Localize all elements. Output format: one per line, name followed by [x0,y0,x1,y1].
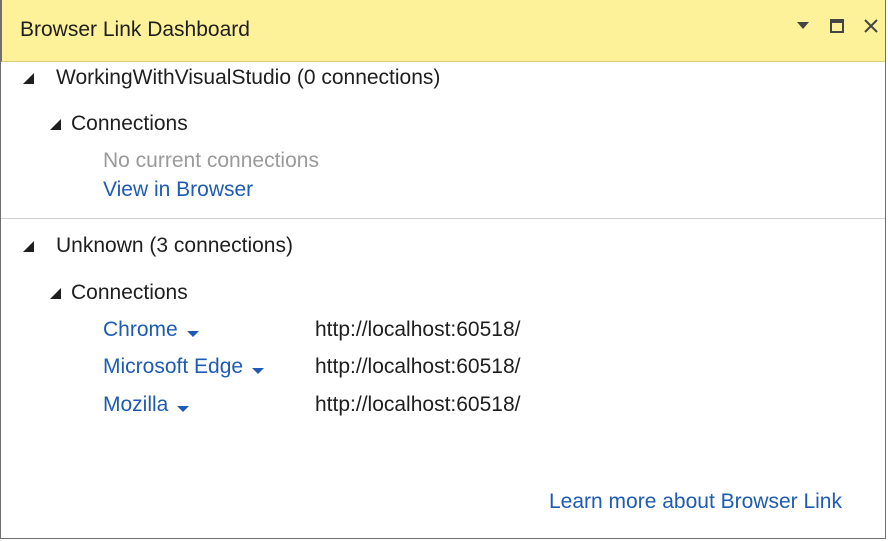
project-header: WorkingWithVisualStudio (0 connections) [56,66,441,89]
connection-url: http://localhost:60518/ [315,318,521,341]
browser-link-dashboard-panel: Browser Link Dashboard WorkingWithVisual… [0,0,886,539]
browser-name: Microsoft Edge [103,355,244,378]
panel-title: Browser Link Dashboard [20,18,250,41]
browser-dropdown[interactable]: Chrome [103,318,199,342]
chevron-down-icon [252,368,265,374]
section-divider [1,218,885,219]
connections-label: Connections [71,112,188,135]
browser-name: Mozilla [103,393,169,416]
connections-group-header[interactable]: Connections [50,281,188,305]
window-buttons [793,14,881,38]
chevron-down-icon [186,331,199,337]
panel-titlebar: Browser Link Dashboard [1,0,885,62]
project-header-row[interactable]: WorkingWithVisualStudio (0 connections) [23,66,440,90]
maximize-icon[interactable] [827,14,847,38]
chevron-down-icon [177,406,190,412]
project-header: Unknown (3 connections) [56,234,293,257]
browser-dropdown[interactable]: Mozilla [103,393,190,417]
close-icon[interactable] [861,14,881,38]
view-in-browser-link[interactable]: View in Browser [103,178,253,202]
collapse-triangle-icon[interactable] [23,72,34,84]
connection-row: Chrome [103,318,199,342]
dropdown-menu-icon[interactable] [793,14,813,38]
connection-row: Microsoft Edge [103,355,265,379]
project-header-row[interactable]: Unknown (3 connections) [23,234,293,258]
browser-dropdown[interactable]: Microsoft Edge [103,355,265,379]
connection-url: http://localhost:60518/ [315,393,521,416]
collapse-triangle-icon[interactable] [50,287,61,299]
connection-row: Mozilla [103,393,190,417]
connections-label: Connections [71,281,188,304]
learn-more-link[interactable]: Learn more about Browser Link [549,490,842,514]
no-connections-text: No current connections [103,149,319,172]
browser-name: Chrome [103,318,178,341]
connection-url: http://localhost:60518/ [315,355,521,378]
collapse-triangle-icon[interactable] [23,240,34,252]
connections-group-header[interactable]: Connections [50,112,188,136]
collapse-triangle-icon[interactable] [50,118,61,130]
